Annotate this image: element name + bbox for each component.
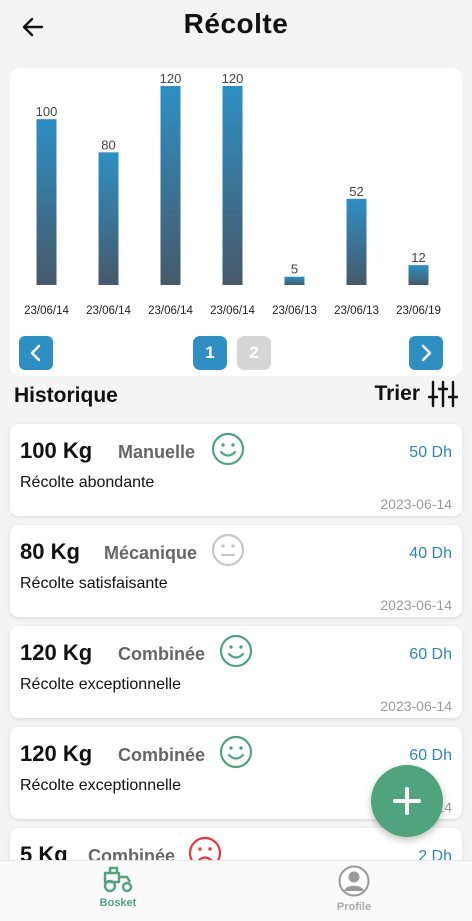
record-quantity: 80 Kg [20, 539, 80, 564]
happy-face-icon [219, 634, 253, 668]
bar-value-label: 120 [222, 71, 244, 86]
record-description: Récolte exceptionnelle [20, 777, 181, 794]
record-quantity: 5 Kg [20, 842, 68, 860]
sliders-icon [428, 380, 458, 408]
x-tick-label: 23/06/19 [396, 305, 441, 317]
next-page-button[interactable] [409, 336, 443, 370]
bar-value-label: 12 [411, 250, 425, 265]
section-title: Historique [14, 384, 118, 407]
bottom-navigation: Bosket Profile [0, 860, 472, 921]
record-method: Mécanique [104, 543, 198, 563]
harvest-record-card[interactable]: 80 Kg Mécanique 40 Dh Récolte satisfaisante… [10, 525, 462, 617]
chevron-right-icon [421, 344, 432, 362]
bar-value-label: 120 [160, 71, 182, 86]
x-tick-label: 23/06/14 [86, 305, 131, 317]
chart-pagination: 1 2 [0, 336, 472, 372]
record-description: Récolte exceptionnelle [20, 676, 181, 693]
record-method: Combinée [118, 745, 206, 765]
chart-bar [408, 265, 429, 285]
record-price: 40 Dh [409, 545, 452, 562]
nav-item-profile[interactable]: Profile [294, 865, 414, 919]
chart-bar [284, 276, 305, 285]
user-icon [338, 865, 370, 897]
add-harvest-button[interactable] [371, 765, 443, 837]
record-date: 2023-06-14 [380, 698, 452, 714]
nav-label-bosket: Bosket [99, 897, 137, 909]
chart-card: 100 23/06/14 80 23/06/14 120 23/06/14 120 23/06… [10, 68, 462, 376]
page-title: Récolte [183, 8, 289, 39]
bar-value-label: 80 [101, 137, 115, 152]
happy-face-icon [211, 432, 245, 466]
sad-face-icon [188, 836, 222, 860]
record-price: 2 Dh [418, 848, 452, 860]
bar-value-label: 100 [36, 104, 58, 119]
harvest-bar-chart: 100 23/06/14 80 23/06/14 120 23/06/14 120 23/06… [24, 71, 441, 317]
sort-button[interactable]: Trier [374, 380, 458, 408]
record-price: 60 Dh [409, 747, 452, 764]
record-method: Manuelle [118, 442, 196, 462]
chart-bar [36, 119, 57, 285]
chart-bar [222, 86, 243, 285]
prev-page-button[interactable] [19, 336, 53, 370]
record-date: 2023-06-14 [380, 496, 452, 512]
record-description: Récolte abondante [20, 474, 155, 491]
harvest-record-card[interactable]: 100 Kg Manuelle 50 Dh Récolte abondante 2023… [10, 424, 462, 516]
bar-value-label: 52 [349, 184, 363, 199]
nav-item-bosket[interactable]: Bosket [58, 865, 178, 919]
record-description: Récolte satisfaisante [20, 575, 168, 592]
bar-value-label: 5 [291, 262, 298, 277]
x-tick-label: 23/06/14 [148, 305, 193, 317]
chart-bar [160, 86, 181, 285]
nav-label-profile: Profile [336, 901, 372, 913]
tractor-icon [103, 866, 133, 893]
record-method: Combinée [118, 644, 206, 664]
neutral-face-icon [211, 533, 245, 567]
harvest-record-card[interactable]: 120 Kg Combinée 60 Dh Récolte exceptionnell… [10, 626, 462, 718]
record-quantity: 100 Kg [20, 438, 93, 463]
record-price: 50 Dh [409, 444, 452, 461]
record-method: Combinée [88, 846, 176, 860]
plus-icon [393, 787, 421, 815]
page-1-button[interactable]: 1 [193, 336, 227, 370]
chart-bar [98, 152, 119, 285]
happy-face-icon [219, 735, 253, 769]
record-quantity: 120 Kg [20, 640, 93, 665]
record-price: 60 Dh [409, 646, 452, 663]
x-tick-label: 23/06/14 [210, 305, 255, 317]
x-tick-label: 23/06/13 [334, 305, 379, 317]
app-header: Récolte [0, 0, 472, 60]
chart-bar [346, 198, 367, 285]
x-tick-label: 23/06/14 [24, 305, 69, 317]
sort-label: Trier [374, 382, 420, 405]
record-quantity: 120 Kg [20, 741, 93, 766]
page-2-button[interactable]: 2 [237, 336, 271, 370]
chevron-left-icon [30, 344, 41, 362]
record-date: 2023-06-14 [380, 597, 452, 613]
x-tick-label: 23/06/13 [272, 305, 317, 317]
